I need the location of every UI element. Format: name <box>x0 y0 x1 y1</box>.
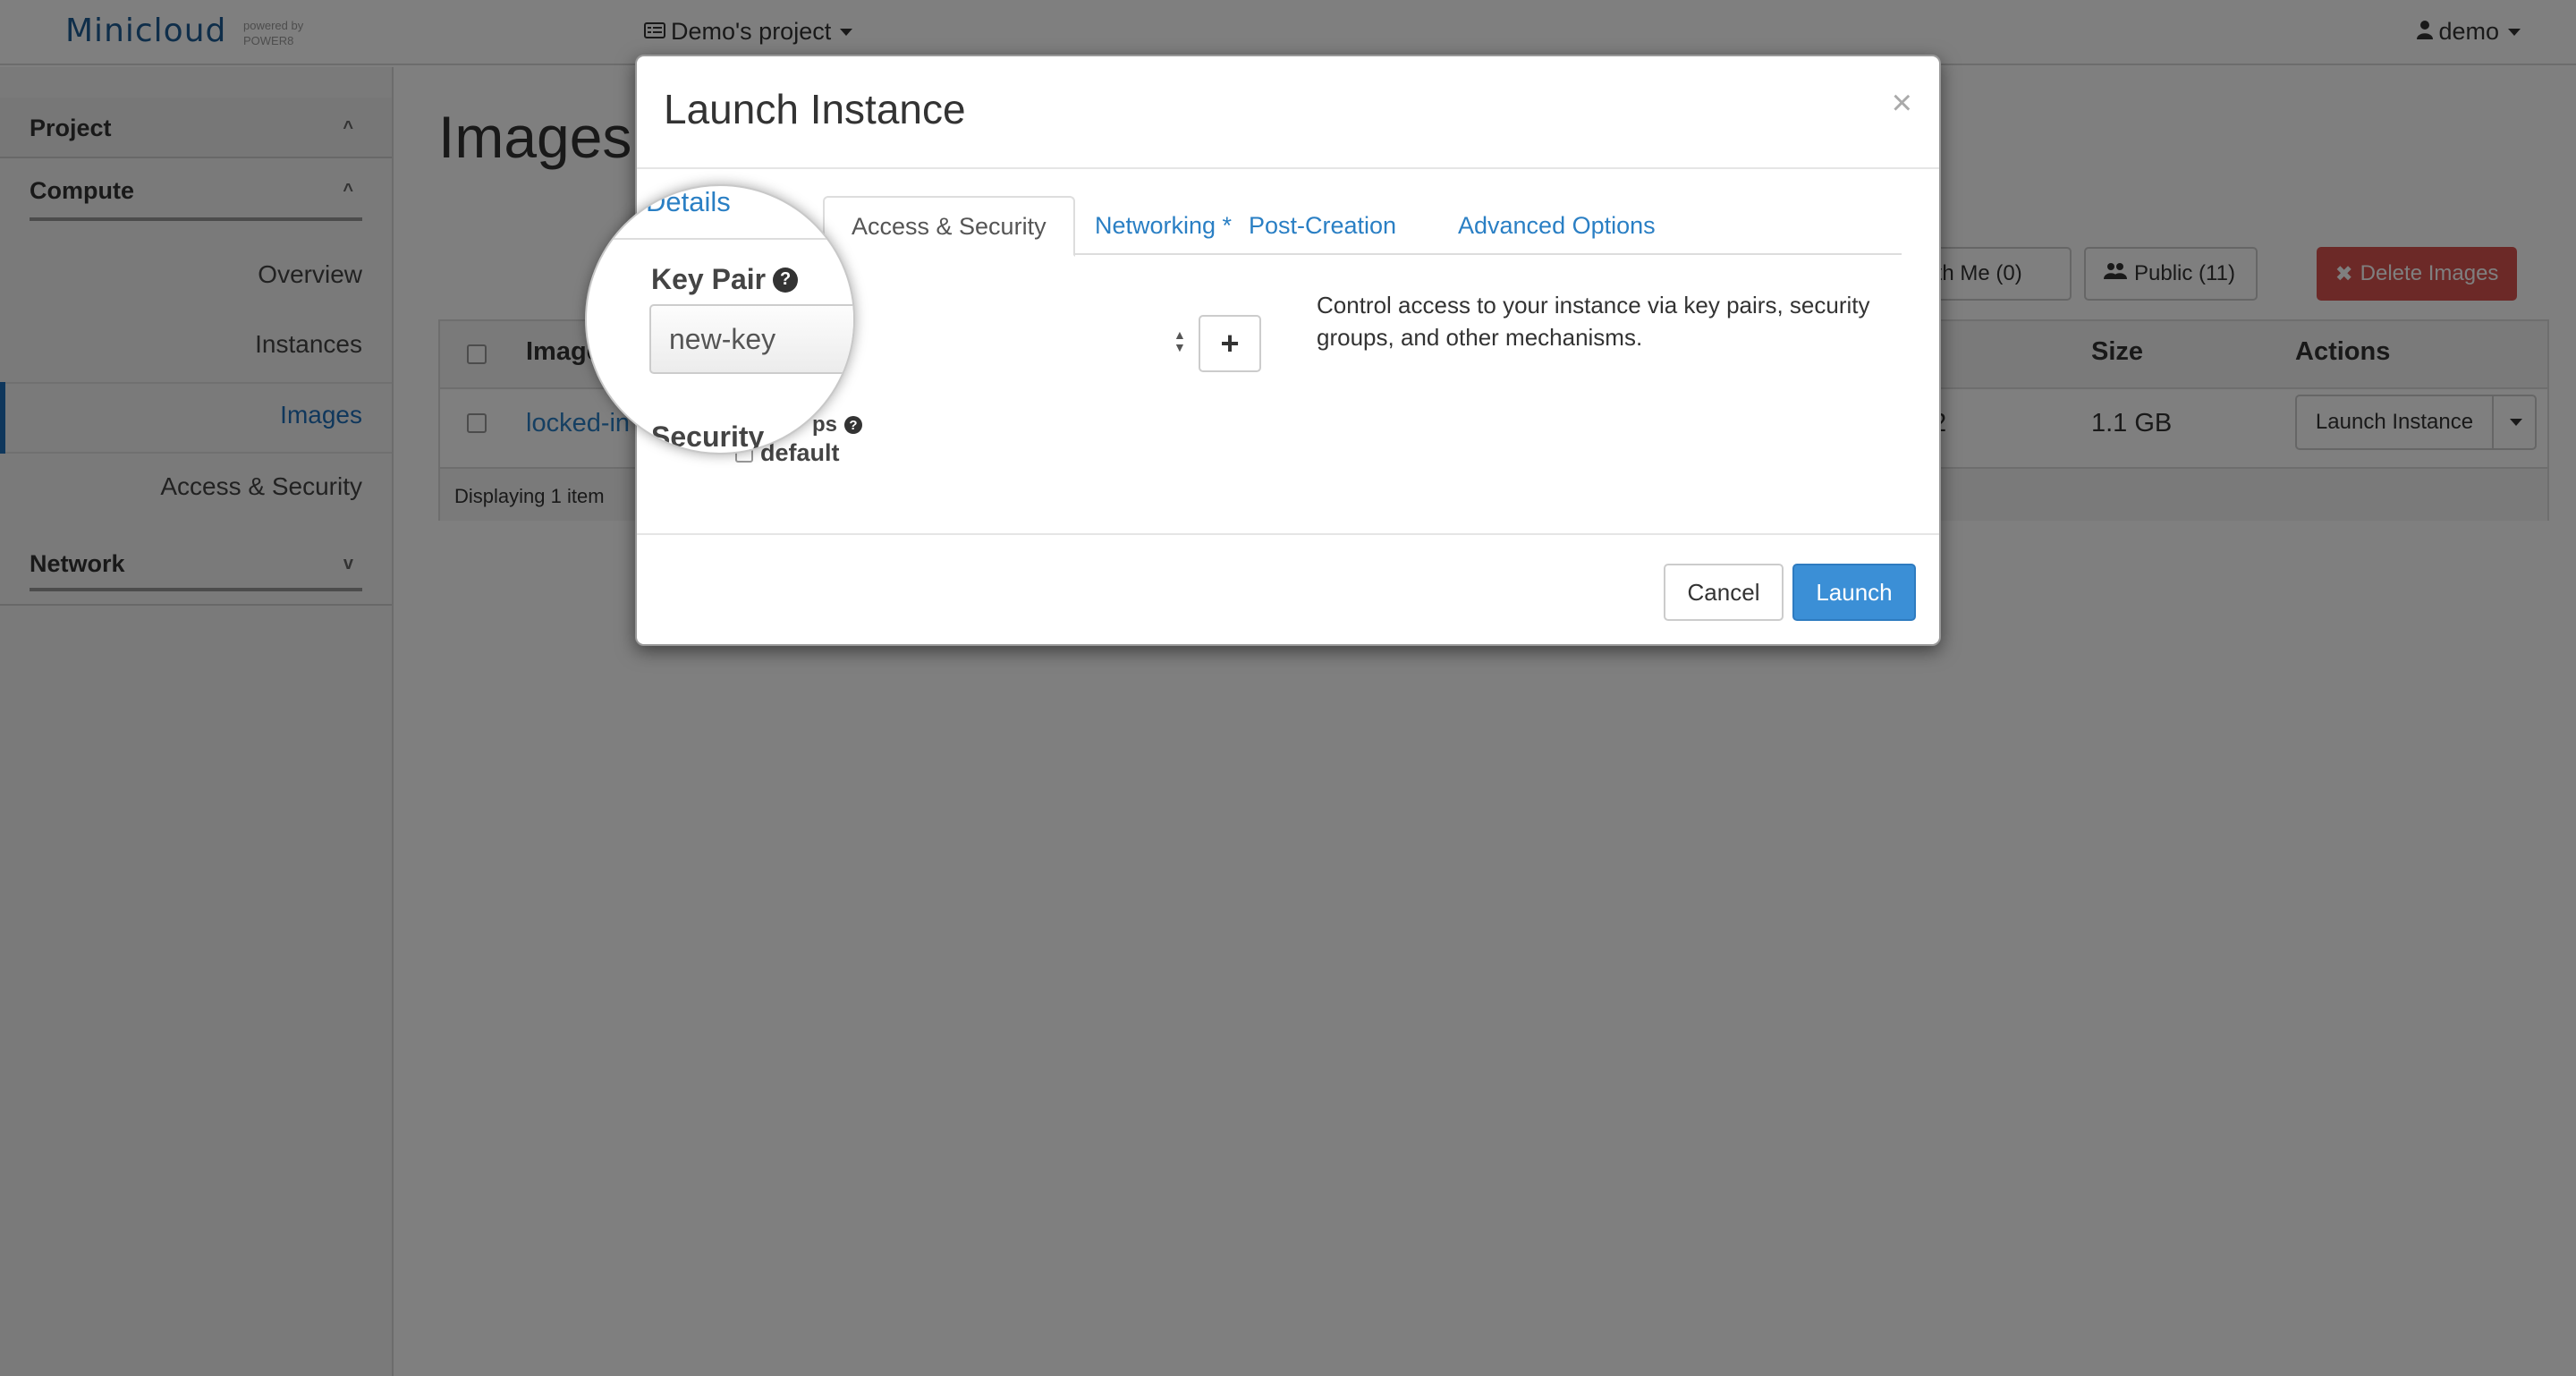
launch-instance-modal: Launch Instance × Access & Security Netw… <box>585 55 1941 646</box>
magnifier-lens: Details Key Pair ? new-key Security Grou… <box>585 184 855 454</box>
modal-tabs: Access & Security Networking * Post-Crea… <box>664 196 1902 257</box>
tabs-divider <box>587 238 853 240</box>
modal-footer-divider <box>637 533 1939 535</box>
security-groups-label: Security Groups <box>651 420 765 453</box>
help-icon[interactable]: ? <box>773 267 799 293</box>
key-pair-select[interactable]: new-key <box>649 304 853 374</box>
select-arrows-icon: ▲ ▼ <box>1174 327 1186 354</box>
tab-details[interactable]: Details <box>646 186 731 218</box>
modal-header-divider <box>637 167 1939 169</box>
modal-title: Launch Instance <box>664 86 966 132</box>
tab-advanced-options[interactable]: Advanced Options <box>1431 196 1682 255</box>
tab-post-creation[interactable]: Post-Creation <box>1222 196 1423 255</box>
close-icon[interactable]: × <box>1892 83 1912 123</box>
key-pair-label: Key Pair ? <box>651 263 799 296</box>
launch-button[interactable]: Launch <box>1792 564 1916 621</box>
cancel-button[interactable]: Cancel <box>1664 564 1784 621</box>
tab-access-security[interactable]: Access & Security <box>823 196 1075 257</box>
